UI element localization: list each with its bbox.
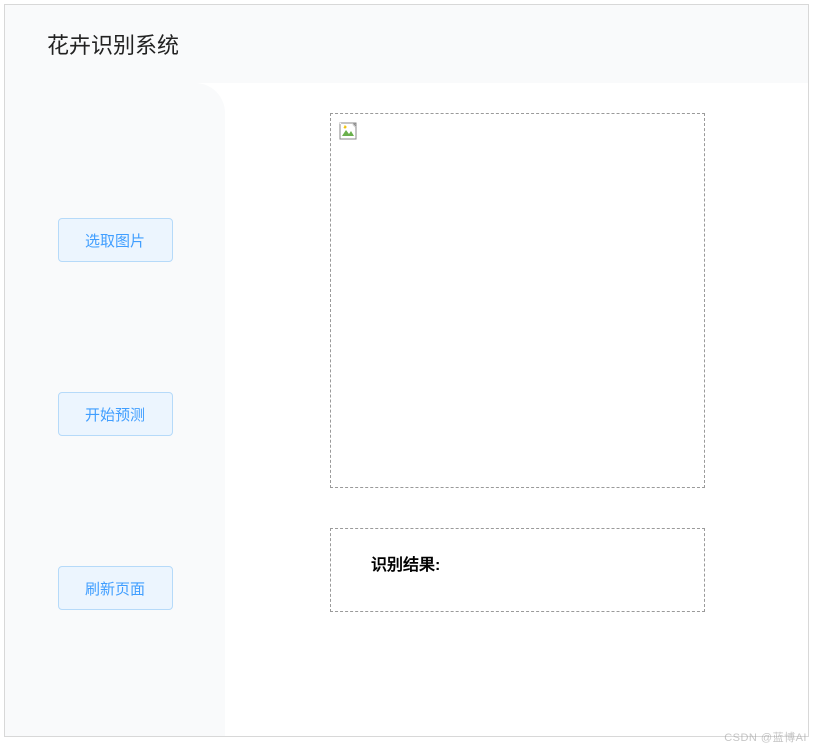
select-image-label: 选取图片 [85, 230, 145, 251]
broken-image-icon [339, 122, 357, 140]
result-box: 识别结果: [330, 528, 705, 612]
start-predict-label: 开始预测 [85, 404, 145, 425]
header: 花卉识别系统 [5, 5, 808, 83]
body-area: 选取图片 开始预测 刷新页面 [5, 83, 808, 736]
app-window: 花卉识别系统 选取图片 开始预测 刷新页面 [4, 4, 809, 737]
refresh-page-button[interactable]: 刷新页面 [58, 566, 173, 610]
sidebar: 选取图片 开始预测 刷新页面 [5, 83, 225, 736]
main-area: 识别结果: [225, 83, 808, 736]
watermark: CSDN @蓝博AI [724, 729, 807, 745]
page-title: 花卉识别系统 [47, 28, 179, 60]
start-predict-button[interactable]: 开始预测 [58, 392, 173, 436]
result-label: 识别结果: [371, 551, 664, 575]
image-preview-box[interactable] [330, 113, 705, 488]
refresh-page-label: 刷新页面 [85, 578, 145, 599]
select-image-button[interactable]: 选取图片 [58, 218, 173, 262]
